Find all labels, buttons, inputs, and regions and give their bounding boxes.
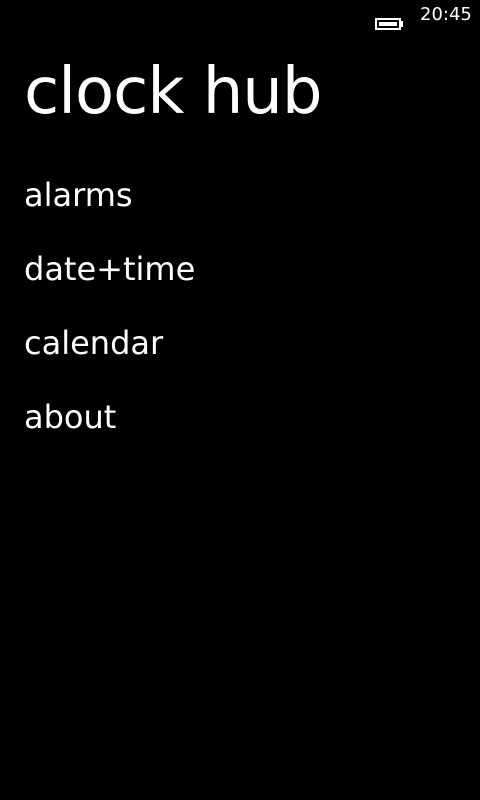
page-title: clock hub xyxy=(24,55,322,129)
battery-icon xyxy=(375,18,403,30)
battery-tip xyxy=(401,21,403,27)
status-time: 20:45 xyxy=(420,4,472,25)
battery-body xyxy=(375,18,401,30)
menu-item-date-time[interactable]: date+time xyxy=(24,244,195,318)
menu-item-alarms[interactable]: alarms xyxy=(24,170,195,244)
menu-item-calendar[interactable]: calendar xyxy=(24,318,195,392)
menu-list: alarms date+time calendar about xyxy=(24,170,195,466)
status-bar: 20:45 xyxy=(0,0,480,32)
battery-fill xyxy=(379,22,397,26)
menu-item-about[interactable]: about xyxy=(24,392,195,466)
